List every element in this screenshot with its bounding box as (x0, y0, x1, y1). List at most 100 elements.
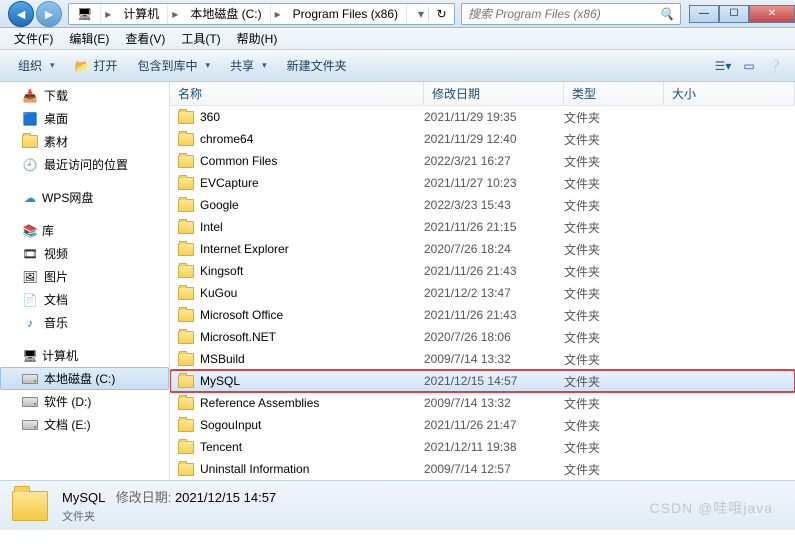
table-row[interactable]: EVCapture2021/11/27 10:23文件夹 (170, 172, 795, 194)
folder-icon (178, 397, 194, 410)
sidebar-item-pictures[interactable]: 🖼图片 (0, 265, 169, 288)
menu-tools[interactable]: 工具(T) (173, 28, 228, 49)
help-icon[interactable]: ❔ (765, 56, 785, 76)
column-headers: 名称 修改日期 类型 大小 (170, 82, 795, 106)
sidebar-item-drive-c[interactable]: 本地磁盘 (C:) (0, 367, 169, 390)
file-name: Reference Assemblies (200, 396, 319, 410)
view-mode-icon[interactable]: ☰▾ (713, 56, 733, 76)
column-name[interactable]: 名称 (170, 82, 424, 105)
file-type: 文件夹 (564, 263, 664, 280)
file-date: 2009/7/14 13:32 (424, 352, 564, 366)
table-row[interactable]: KuGou2021/12/2 13:47文件夹 (170, 282, 795, 304)
folder-icon (178, 375, 194, 388)
table-row[interactable]: Microsoft.NET2020/7/26 18:06文件夹 (170, 326, 795, 348)
open-button[interactable]: 📂打开 (67, 53, 126, 78)
recent-icon: 🕘 (22, 157, 38, 173)
refresh-icon[interactable]: ↻ (428, 7, 454, 21)
table-row[interactable]: Uninstall Information2009/7/14 12:57文件夹 (170, 458, 795, 480)
breadcrumb-dropdown[interactable]: ▾ (414, 7, 428, 21)
folder-icon (178, 133, 194, 146)
file-list[interactable]: 名称 修改日期 类型 大小 3602021/11/29 19:35文件夹chro… (170, 82, 795, 480)
newfolder-button[interactable]: 新建文件夹 (279, 53, 355, 78)
table-row[interactable]: Tencent 2021/12/11 19:38文件夹 (170, 436, 795, 458)
table-row[interactable]: Internet Explorer2020/7/26 18:24文件夹 (170, 238, 795, 260)
table-row[interactable]: Common Files2022/3/21 16:27文件夹 (170, 150, 795, 172)
nav-forward-button[interactable]: ► (36, 1, 62, 27)
file-name: Internet Explorer (200, 242, 289, 256)
folder-icon (178, 287, 194, 300)
sidebar-item-video[interactable]: 🎞视频 (0, 242, 169, 265)
menu-edit[interactable]: 编辑(E) (61, 28, 117, 49)
folder-icon (178, 441, 194, 454)
drive-icon (22, 374, 38, 384)
file-name: Intel (200, 220, 223, 234)
sidebar-item-documents[interactable]: 📄文档 (0, 288, 169, 311)
file-name: Microsoft.NET (200, 330, 276, 344)
file-type: 文件夹 (564, 219, 664, 236)
search-input[interactable]: 🔍 (461, 3, 681, 25)
file-name: KuGou (200, 286, 237, 300)
sidebar-item-materials[interactable]: 素材 (0, 130, 169, 153)
file-name: Tencent (200, 440, 242, 454)
column-size[interactable]: 大小 (664, 82, 795, 105)
sidebar-item-music[interactable]: ♪音乐 (0, 311, 169, 334)
music-icon: ♪ (22, 315, 38, 331)
share-button[interactable]: 共享 (222, 53, 275, 78)
file-date: 2021/12/11 19:38 (424, 440, 564, 454)
file-type: 文件夹 (564, 417, 664, 434)
file-type: 文件夹 (564, 461, 664, 478)
sidebar-group-library[interactable]: 📚库 (0, 219, 169, 242)
table-row[interactable]: Reference Assemblies2009/7/14 13:32文件夹 (170, 392, 795, 414)
status-date-label: 修改日期: (116, 490, 172, 505)
table-row[interactable]: Intel2021/11/26 21:15文件夹 (170, 216, 795, 238)
desktop-icon: 🟦 (22, 111, 38, 127)
table-row[interactable]: Google2022/3/23 15:43文件夹 (170, 194, 795, 216)
organize-button[interactable]: 组织 (10, 53, 63, 78)
folder-icon (178, 419, 194, 432)
sidebar-item-drive-d[interactable]: 软件 (D:) (0, 390, 169, 413)
folder-icon (178, 199, 194, 212)
column-type[interactable]: 类型 (564, 82, 664, 105)
folder-icon (178, 331, 194, 344)
table-row[interactable]: chrome642021/11/29 12:40文件夹 (170, 128, 795, 150)
column-date[interactable]: 修改日期 (424, 82, 564, 105)
sidebar-item-recent[interactable]: 🕘最近访问的位置 (0, 153, 169, 176)
file-type: 文件夹 (564, 439, 664, 456)
preview-pane-icon[interactable]: ▭ (739, 56, 759, 76)
file-name: SogouInput (200, 418, 261, 432)
sidebar-item-drive-e[interactable]: 文档 (E:) (0, 413, 169, 436)
table-row[interactable]: SogouInput2021/11/26 21:47文件夹 (170, 414, 795, 436)
breadcrumb-root-icon[interactable]: 🖥 (69, 4, 101, 24)
breadcrumb-seg-0[interactable]: 计算机 (115, 4, 168, 24)
file-type: 文件夹 (564, 197, 664, 214)
breadcrumb-seg-1[interactable]: 本地磁盘 (C:) (182, 4, 270, 24)
cloud-icon: ☁ (22, 190, 38, 206)
table-row[interactable]: Microsoft Office2021/11/26 21:43文件夹 (170, 304, 795, 326)
close-button[interactable]: ✕ (749, 5, 795, 23)
file-name: Common Files (200, 154, 277, 168)
table-row[interactable]: Kingsoft2021/11/26 21:43文件夹 (170, 260, 795, 282)
menu-help[interactable]: 帮助(H) (229, 28, 286, 49)
file-name: 360 (200, 110, 220, 124)
sidebar-item-desktop[interactable]: 🟦桌面 (0, 107, 169, 130)
breadcrumb-seg-2[interactable]: Program Files (x86) (285, 4, 407, 24)
table-row[interactable]: 3602021/11/29 19:35文件夹 (170, 106, 795, 128)
sidebar-item-wps[interactable]: ☁WPS网盘 (0, 186, 169, 209)
include-button[interactable]: 包含到库中 (130, 53, 219, 78)
breadcrumb[interactable]: 🖥▸ 计算机▸ 本地磁盘 (C:)▸ Program Files (x86) ▾… (68, 3, 455, 25)
status-folder-icon (12, 487, 50, 525)
table-row[interactable]: MySQL2021/12/15 14:57文件夹 (170, 370, 795, 392)
file-type: 文件夹 (564, 373, 664, 390)
nav-back-button[interactable]: ◄ (8, 1, 34, 27)
menu-view[interactable]: 查看(V) (117, 28, 173, 49)
sidebar-group-computer[interactable]: 🖥计算机 (0, 344, 169, 367)
sidebar-item-downloads[interactable]: 📥下载 (0, 84, 169, 107)
file-date: 2009/7/14 12:57 (424, 462, 564, 476)
minimize-button[interactable]: — (689, 5, 719, 23)
table-row[interactable]: MSBuild2009/7/14 13:32文件夹 (170, 348, 795, 370)
maximize-button[interactable]: ☐ (719, 5, 749, 23)
document-icon: 📄 (22, 292, 38, 308)
folder-icon (178, 155, 194, 168)
menu-file[interactable]: 文件(F) (6, 28, 61, 49)
folder-icon (178, 221, 194, 234)
